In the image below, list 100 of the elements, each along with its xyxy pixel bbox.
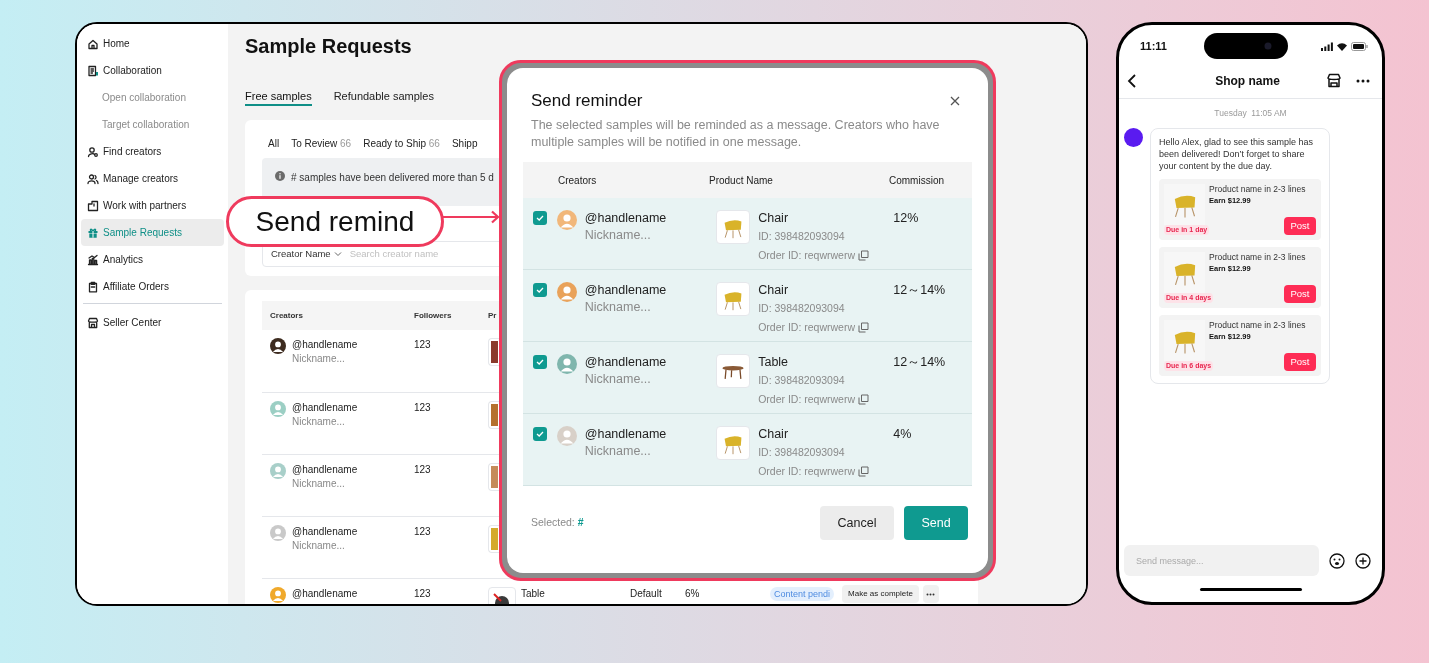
status-tab[interactable]: All (268, 136, 280, 148)
commission-text: 12% (893, 210, 920, 227)
row-checkbox[interactable] (533, 283, 547, 297)
chevron-down-icon (333, 251, 342, 257)
checkmark-icon (535, 287, 544, 293)
chat-title: Shop name (1214, 72, 1281, 90)
wifi-icon (1336, 41, 1348, 51)
avatar-icon (556, 210, 577, 230)
building-icon (87, 199, 99, 212)
person-search-icon (87, 145, 99, 158)
creator-handle: @handlename (584, 210, 667, 227)
sidebar-item[interactable]: Work with partners (81, 192, 224, 219)
close-icon[interactable] (950, 96, 960, 106)
row-checkbox[interactable] (533, 211, 547, 225)
message-input[interactable]: Send message... (1124, 545, 1319, 576)
product-name: Table (758, 354, 790, 371)
product-thumbnail (488, 525, 500, 553)
product-name: Chair (758, 282, 790, 299)
commission-text: 4% (893, 426, 913, 443)
sidebar-item[interactable]: Manage creators (81, 165, 224, 192)
product-name: Product name in 2-3 lines (1209, 183, 1307, 195)
more-icon (926, 592, 936, 596)
checkmark-icon (535, 215, 544, 221)
sidebar-item[interactable]: Find creators (81, 138, 224, 165)
creator-nickname: Nickname... (292, 352, 346, 366)
product-id: ID: 398482093094 (758, 445, 846, 460)
creator-nickname: Nickname... (584, 227, 652, 244)
commission-text: 6% (685, 587, 701, 601)
checkmark-icon (535, 431, 544, 437)
creator-nickname: Nickname... (292, 539, 346, 553)
followers-count: 123 (414, 401, 432, 415)
commission-text: 12～14% (893, 354, 947, 371)
sidebar-subitem[interactable]: Open collaboration (81, 84, 224, 111)
more-button[interactable] (922, 585, 939, 603)
status-tab[interactable]: Ready to Ship 66 (363, 136, 440, 148)
creator-nickname: Nickname... (584, 299, 652, 316)
sidebar-item[interactable]: Affiliate Orders (81, 273, 224, 300)
product-name: Table (520, 587, 546, 601)
tab[interactable]: Free samples (245, 80, 312, 106)
store-icon[interactable] (1326, 73, 1342, 88)
creator-nickname: Nickname... (292, 477, 346, 491)
order-id: Order ID: reqwrwerw (758, 464, 856, 479)
creator-handle: @handlename (292, 338, 358, 352)
sidebar-item[interactable]: Seller Center (81, 309, 224, 336)
creator-nickname: Nickname... (584, 443, 652, 460)
order-id: Order ID: reqwrwerw (758, 248, 856, 263)
cancel-button[interactable]: Cancel (820, 506, 894, 540)
product-id: ID: 398482093094 (758, 229, 846, 244)
copy-icon[interactable] (858, 394, 870, 405)
copy-icon[interactable] (858, 322, 870, 333)
dialog-description: The selected samples will be reminded as a message. Creators who have multiple samples will be notified in one message. (530, 117, 941, 151)
back-icon[interactable] (1127, 73, 1137, 88)
avatar-icon (556, 354, 577, 374)
product-thumbnail (488, 338, 500, 366)
sidebar-subitem[interactable]: Target collaboration (81, 111, 224, 138)
creator-handle: @handlename (584, 282, 667, 299)
sidebar-item[interactable]: Analytics (81, 246, 224, 273)
add-icon[interactable] (1355, 552, 1371, 569)
creator-handle: @handlename (584, 426, 667, 443)
info-icon (275, 171, 285, 181)
sidebar-item[interactable]: Sample Requests (81, 219, 224, 246)
status-tab[interactable]: Shipp (451, 136, 478, 148)
product-name: Product name in 2-3 lines (1209, 251, 1307, 263)
sidebar-item[interactable]: Collaboration (81, 57, 224, 84)
order-id: Order ID: reqwrwerw (758, 392, 856, 407)
post-button[interactable]: Post (1284, 352, 1316, 371)
clipboard-icon (87, 280, 99, 293)
signal-icon (1321, 41, 1333, 51)
column-header: Creators (270, 309, 304, 322)
sidebar-item[interactable]: Home (81, 30, 224, 57)
product-thumbnail (488, 401, 500, 429)
creator-handle: @handlename (584, 354, 667, 371)
post-button[interactable]: Post (1284, 284, 1316, 303)
bar-chart-icon (87, 253, 99, 266)
followers-count: 123 (414, 463, 432, 477)
emoji-icon[interactable] (1329, 552, 1345, 569)
product-name: Chair (758, 426, 790, 443)
product-name: Product name in 2-3 lines (1209, 319, 1307, 331)
page-title: Sample Requests (245, 34, 413, 59)
tab[interactable]: Refundable samples (333, 80, 434, 106)
status-tab[interactable]: To Review 66 (291, 136, 352, 148)
copy-icon[interactable] (858, 250, 870, 261)
followers-count: 123 (414, 587, 432, 601)
dialog-title: Send reminder (531, 90, 643, 112)
shop-logo-icon (1124, 127, 1143, 147)
commission-text: 12～14% (893, 282, 947, 299)
message-text: Hello Alex, glad to see this sample has been delivered! Don’t forget to share your content by the due day. (1159, 135, 1315, 172)
product-id: ID: 398482093094 (758, 373, 846, 388)
row-checkbox[interactable] (533, 355, 547, 369)
product-id: ID: 398482093094 (758, 301, 846, 316)
more-icon[interactable] (1356, 78, 1370, 83)
avatar-icon (270, 525, 286, 541)
copy-icon[interactable] (858, 466, 870, 477)
mark-complete-button[interactable]: Make as complete (842, 585, 919, 603)
avatar-icon (270, 401, 286, 417)
filter-dropdown[interactable]: Creator Name (271, 246, 331, 262)
document-icon (87, 64, 99, 77)
status-badge: Content pendi (770, 587, 835, 601)
post-button[interactable]: Post (1284, 216, 1316, 235)
row-checkbox[interactable] (533, 427, 547, 441)
